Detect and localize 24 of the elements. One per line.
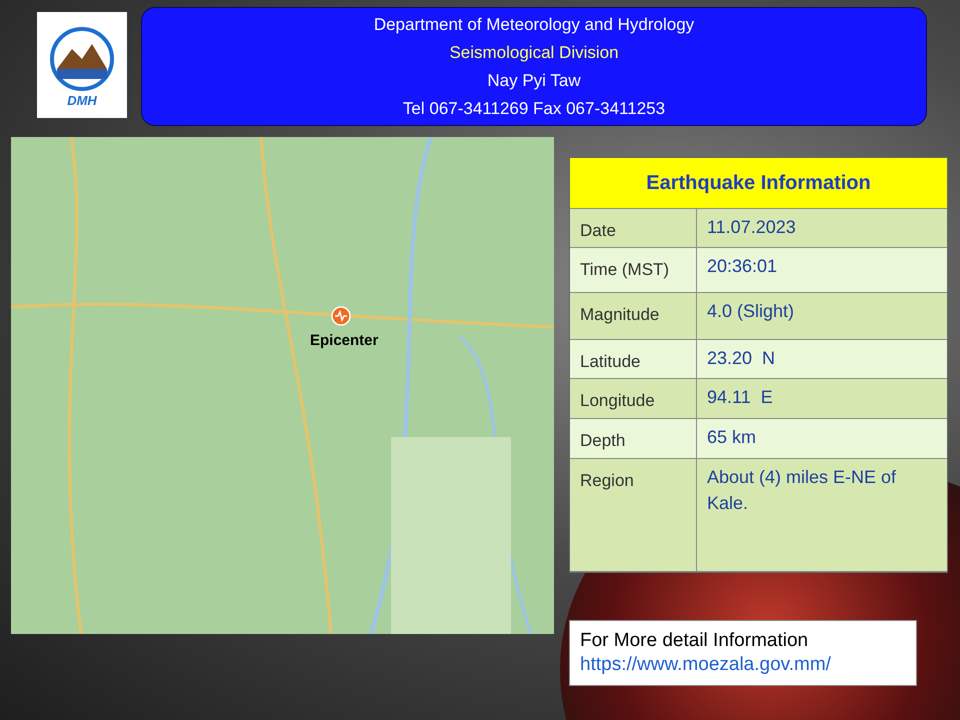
row-label: Region: [570, 459, 697, 571]
row-value: 94.11 E: [706, 386, 774, 409]
info-text: For More detail Information: [580, 629, 810, 653]
header-text: Nay Pyi Taw: [487, 70, 581, 92]
epicenter-marker-icon: [331, 306, 351, 326]
row-label: Date: [570, 209, 697, 247]
table-title: Earthquake Information: [570, 158, 947, 209]
header-text: Tel 067-3411269 Fax 067-3411253: [402, 98, 666, 120]
row-value: 23.20 N: [706, 347, 776, 370]
header-text: Seismological Division: [449, 42, 619, 64]
epicenter-label: Epicenter: [310, 331, 378, 351]
row-label: Latitude: [570, 340, 697, 378]
row-label: Magnitude: [570, 293, 697, 339]
row-value: 11.07.2023: [706, 216, 797, 239]
row-value: 65 km: [706, 426, 758, 449]
logo-text: DMH: [67, 94, 97, 106]
row-value: 20:36:01: [706, 255, 778, 278]
row-label: Longitude: [570, 379, 697, 418]
row-label: Depth: [570, 419, 697, 458]
row-label: Time (MST): [570, 248, 697, 292]
row-value: About (4) miles E-NE of Kale.: [706, 466, 898, 515]
website-link[interactable]: https://www.moezala.gov.mm/: [580, 653, 906, 677]
header-text: Department of Meteorology and Hydrology: [374, 14, 694, 36]
row-value: 4.0 (Slight): [706, 300, 796, 323]
